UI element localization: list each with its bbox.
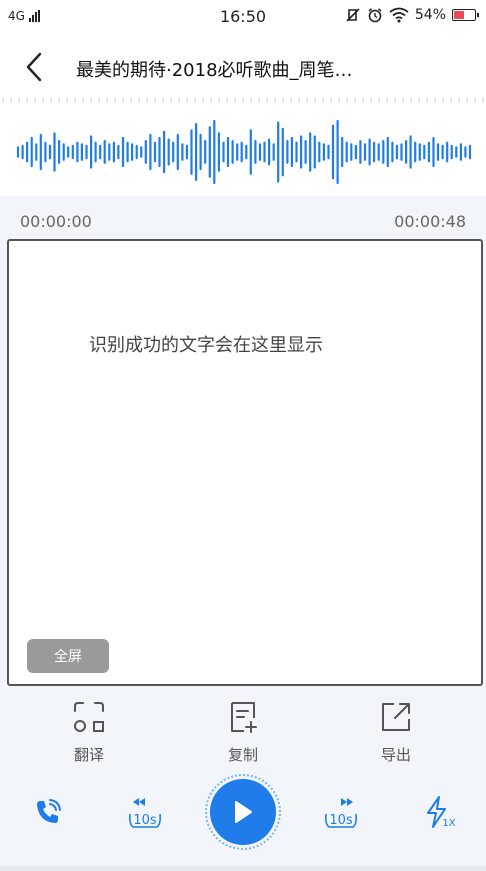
lightning-icon: 1X (427, 796, 456, 829)
export-label: 导出 (380, 746, 411, 764)
forward-10s-button[interactable]: 10s (320, 794, 362, 832)
export-button[interactable]: 导出 (356, 696, 436, 765)
vibrate-off-icon (346, 8, 360, 22)
back-button[interactable] (18, 50, 50, 84)
forward-label: 10s (329, 813, 353, 828)
transcript-placeholder: 识别成功的文字会在这里显示 (89, 335, 323, 356)
wifi-icon (389, 7, 409, 23)
battery-percent: 54% (414, 7, 446, 23)
copy-icon (231, 702, 257, 733)
export-icon (382, 703, 410, 731)
play-icon (235, 801, 252, 823)
copy-button[interactable]: 复制 (203, 696, 283, 765)
page-title: 最美的期待·2018必听歌曲_周笔… (76, 60, 353, 81)
chevron-left-icon (26, 52, 42, 82)
copy-label: 复制 (227, 746, 258, 764)
battery-level-fill (454, 11, 465, 19)
call-button[interactable] (30, 794, 66, 830)
transcript-panel[interactable]: 识别成功的文字会在这里显示 全屏 (7, 239, 483, 686)
rewind-icon: 10s (129, 798, 161, 828)
play-button-circle (210, 779, 276, 845)
waveform (16, 119, 472, 185)
phone-icon (37, 799, 61, 823)
action-bar: 翻译 复制 导出 (0, 696, 486, 766)
current-time: 00:00:00 (20, 212, 92, 231)
speed-button[interactable]: 1X (420, 794, 460, 832)
waveform-area[interactable] (0, 98, 486, 196)
rewind-10s-button[interactable]: 10s (124, 794, 166, 832)
translate-icon (74, 702, 104, 732)
translate-label: 翻译 (73, 746, 104, 764)
time-row: 00:00:00 00:00:48 (0, 212, 486, 236)
header: 最美的期待·2018必听歌曲_周笔… (0, 36, 486, 98)
speed-label: 1X (442, 818, 455, 829)
translate-button[interactable]: 翻译 (49, 696, 129, 765)
play-button[interactable] (205, 774, 281, 850)
fullscreen-button[interactable]: 全屏 (27, 639, 109, 673)
bottom-divider (0, 866, 486, 871)
battery-icon (452, 9, 479, 21)
total-time: 00:00:48 (394, 212, 466, 231)
alarm-icon (368, 8, 382, 23)
player-controls: 10s 10s 1X (0, 772, 486, 858)
status-bar: 4G 16:50 54% (0, 0, 486, 36)
status-icons: 54% (345, 7, 479, 23)
fast-forward-icon: 10s (325, 798, 357, 828)
rewind-label: 10s (133, 813, 157, 828)
